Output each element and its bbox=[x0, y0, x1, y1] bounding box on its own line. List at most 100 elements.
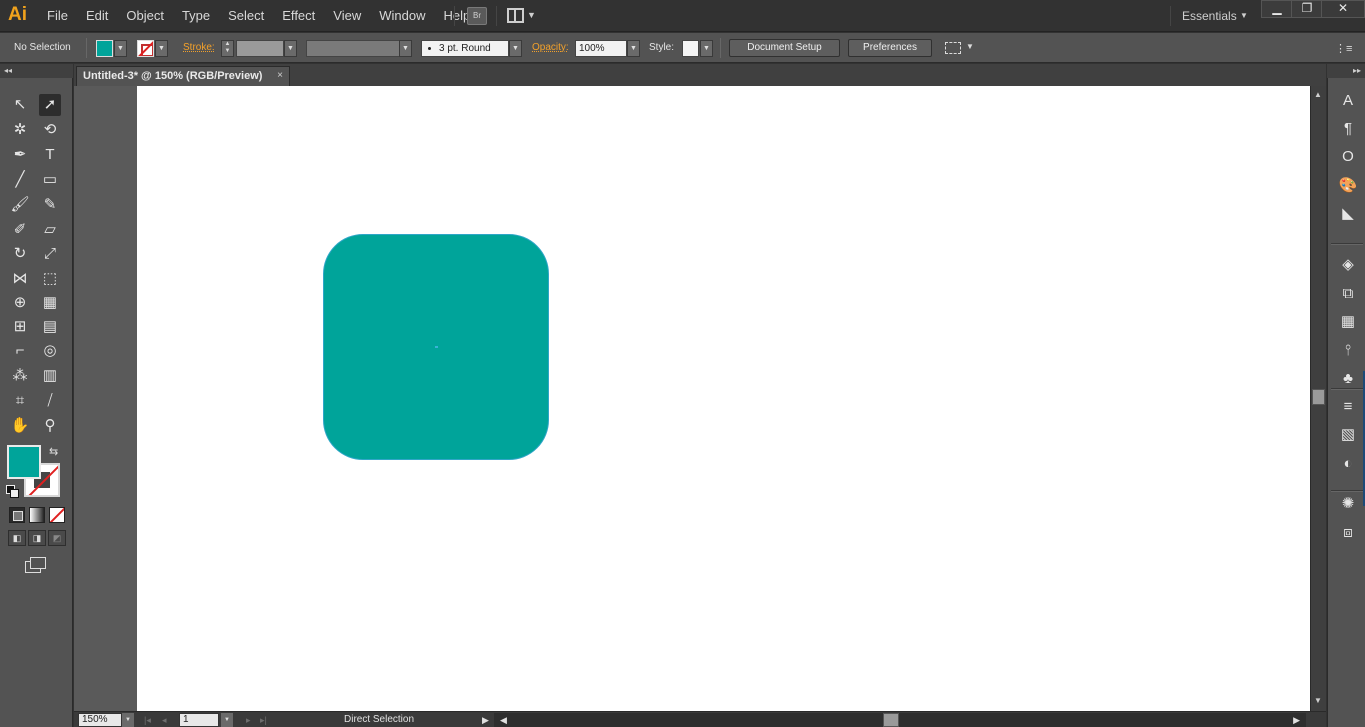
artboard-tool[interactable]: ⌗ bbox=[9, 390, 31, 412]
magic-wand-tool[interactable]: ✲ bbox=[9, 119, 31, 141]
graphic-styles-panel-icon[interactable]: ⧈ bbox=[1337, 522, 1359, 544]
arrange-documents-button[interactable]: ▼ bbox=[507, 7, 536, 25]
horizontal-scroll-thumb[interactable] bbox=[883, 713, 899, 727]
blob-brush-tool[interactable]: ✐ bbox=[9, 219, 31, 241]
gradient-mode-button[interactable] bbox=[29, 507, 45, 523]
symbols-panel-icon[interactable]: ♣ bbox=[1337, 368, 1359, 390]
line-segment-tool[interactable]: ╱ bbox=[9, 169, 31, 191]
rounded-rectangle-shape[interactable] bbox=[323, 234, 549, 460]
document-setup-button[interactable]: Document Setup bbox=[729, 39, 840, 57]
fill-dropdown-arrow[interactable]: ▼ bbox=[114, 40, 127, 57]
vertical-scroll-thumb[interactable] bbox=[1312, 389, 1325, 405]
direct-selection-tool[interactable]: ➚ bbox=[39, 94, 61, 116]
type-tool[interactable]: T bbox=[39, 144, 61, 166]
brush-definition-dropdown[interactable]: ▼ bbox=[509, 40, 522, 57]
free-transform-tool[interactable]: ⬚ bbox=[39, 268, 61, 290]
paintbrush-tool[interactable]: 🖌 bbox=[9, 194, 31, 216]
eraser-tool[interactable]: ▱ bbox=[39, 219, 61, 241]
menu-edit[interactable]: Edit bbox=[77, 0, 117, 32]
close-icon[interactable]: × bbox=[277, 67, 283, 85]
shape-builder-tool[interactable]: ⊕ bbox=[9, 292, 31, 314]
default-fill-stroke-icon[interactable] bbox=[6, 485, 19, 498]
status-menu-icon[interactable]: ▶ bbox=[482, 712, 489, 727]
artboards-panel-icon[interactable]: ⧉ bbox=[1337, 283, 1359, 305]
minimize-button[interactable]: ▁ bbox=[1261, 0, 1293, 18]
opentype-panel-icon[interactable]: O bbox=[1337, 146, 1359, 168]
rectangle-tool[interactable]: ▭ bbox=[39, 169, 61, 191]
menu-select[interactable]: Select bbox=[219, 0, 273, 32]
stroke-panel-icon[interactable]: ≡ bbox=[1337, 396, 1359, 418]
menu-effect[interactable]: Effect bbox=[273, 0, 324, 32]
scroll-left-icon[interactable]: ◀ bbox=[500, 713, 507, 727]
width-tool[interactable]: ⋈ bbox=[9, 268, 31, 290]
style-dropdown[interactable]: ▼ bbox=[700, 40, 713, 57]
menu-file[interactable]: File bbox=[38, 0, 77, 32]
lasso-tool[interactable]: ⟲ bbox=[39, 119, 61, 141]
color-mode-button[interactable] bbox=[9, 507, 25, 523]
dock-expand-button[interactable]: ▸▸ bbox=[1327, 64, 1365, 78]
menu-type[interactable]: Type bbox=[173, 0, 219, 32]
first-artboard-icon[interactable]: |◂ bbox=[144, 713, 151, 727]
gradient-panel-icon[interactable]: ▧ bbox=[1337, 424, 1359, 446]
scroll-down-icon[interactable]: ▼ bbox=[1314, 696, 1322, 705]
graphic-style-swatch[interactable] bbox=[682, 40, 699, 57]
layers-panel-icon[interactable]: ◈ bbox=[1337, 254, 1359, 276]
opacity-dropdown[interactable]: ▼ bbox=[627, 40, 640, 57]
horizontal-scrollbar[interactable]: ◀ ▶ bbox=[494, 713, 1306, 727]
swap-fill-stroke-icon[interactable]: ⇆ bbox=[49, 445, 58, 458]
isolate-selected-icon[interactable] bbox=[945, 42, 961, 54]
pasteboard[interactable] bbox=[74, 86, 1310, 711]
stroke-dropdown-arrow[interactable]: ▼ bbox=[155, 40, 168, 57]
bridge-button[interactable]: Br bbox=[467, 7, 487, 25]
transparency-panel-icon[interactable]: ◐ bbox=[1337, 453, 1359, 475]
perspective-grid-tool[interactable]: ▦ bbox=[39, 292, 61, 314]
close-button[interactable]: ✕ bbox=[1321, 0, 1365, 18]
previous-artboard-icon[interactable]: ◂ bbox=[162, 713, 167, 727]
artboard-dropdown[interactable]: ▼ bbox=[221, 713, 233, 727]
change-screen-mode-icon[interactable] bbox=[25, 557, 46, 573]
character-panel-icon[interactable]: A bbox=[1337, 90, 1359, 112]
stroke-weight-field[interactable] bbox=[236, 40, 284, 57]
slice-tool[interactable]: ⧸ bbox=[39, 390, 61, 412]
opacity-field[interactable]: 100% bbox=[575, 40, 627, 57]
selection-tool[interactable]: ↖ bbox=[9, 94, 31, 116]
preferences-button[interactable]: Preferences bbox=[848, 39, 932, 57]
pen-tool[interactable]: ✒ bbox=[9, 144, 31, 166]
menu-window[interactable]: Window bbox=[370, 0, 434, 32]
scroll-right-icon[interactable]: ▶ bbox=[1293, 713, 1300, 727]
color-panel-icon[interactable]: 🎨 bbox=[1337, 175, 1359, 197]
column-graph-tool[interactable]: ▥ bbox=[39, 365, 61, 387]
chevron-down-icon[interactable]: ▼ bbox=[966, 42, 974, 51]
draw-normal-button[interactable]: ◧ bbox=[8, 530, 26, 546]
fill-color-box[interactable] bbox=[7, 445, 41, 479]
panel-menu-icon[interactable]: ⋮≡ bbox=[1335, 42, 1352, 55]
menu-view[interactable]: View bbox=[324, 0, 370, 32]
rotate-tool[interactable]: ↻ bbox=[9, 243, 31, 265]
brushes-panel-icon[interactable]: ⫯ bbox=[1337, 340, 1359, 362]
artboard[interactable] bbox=[137, 86, 1310, 711]
last-artboard-icon[interactable]: ▸| bbox=[260, 713, 267, 727]
opacity-panel-link[interactable]: Opacity: bbox=[532, 33, 569, 63]
workspace-switcher[interactable]: Essentials bbox=[1182, 0, 1237, 32]
stroke-weight-dropdown[interactable]: ▼ bbox=[284, 40, 297, 57]
artboard-navigation-field[interactable]: 1 bbox=[179, 713, 219, 727]
chevron-down-icon[interactable]: ▼ bbox=[1240, 11, 1248, 20]
variable-width-profile-field[interactable] bbox=[306, 40, 400, 57]
appearance-panel-icon[interactable]: ✺ bbox=[1337, 493, 1359, 515]
blend-tool[interactable]: ◎ bbox=[39, 340, 61, 362]
hand-tool[interactable]: ✋ bbox=[9, 415, 31, 437]
scroll-up-icon[interactable]: ▲ bbox=[1314, 90, 1322, 99]
zoom-tool[interactable]: ⚲ bbox=[39, 415, 61, 437]
vertical-scrollbar[interactable]: ▲ ▼ bbox=[1310, 86, 1326, 711]
stroke-color-swatch[interactable] bbox=[137, 40, 154, 57]
fill-color-swatch[interactable] bbox=[96, 40, 113, 57]
mesh-tool[interactable]: ⊞ bbox=[9, 316, 31, 338]
document-tab[interactable]: Untitled-3* @ 150% (RGB/Preview) × bbox=[76, 66, 290, 86]
zoom-dropdown[interactable]: ▼ bbox=[122, 713, 134, 727]
color-guide-panel-icon[interactable]: ◣ bbox=[1337, 203, 1359, 225]
swatches-panel-icon[interactable]: ▦ bbox=[1337, 311, 1359, 333]
eyedropper-tool[interactable]: ⌐ bbox=[9, 340, 31, 362]
next-artboard-icon[interactable]: ▸ bbox=[246, 713, 251, 727]
menu-object[interactable]: Object bbox=[117, 0, 173, 32]
scale-tool[interactable]: ⤢ bbox=[39, 243, 61, 265]
